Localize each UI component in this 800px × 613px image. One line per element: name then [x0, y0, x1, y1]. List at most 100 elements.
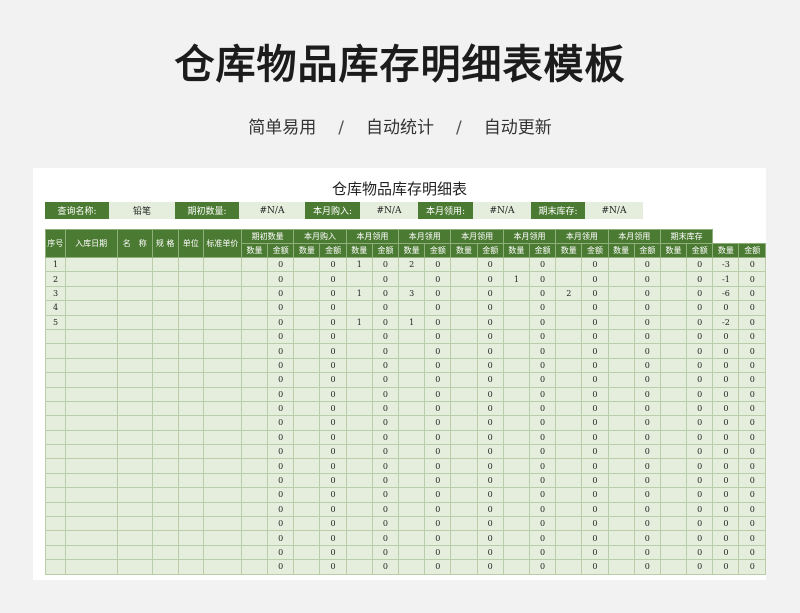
table-cell[interactable]: 0 [528, 328, 557, 345]
table-cell[interactable] [293, 343, 321, 359]
table-cell[interactable]: 0 [738, 343, 766, 359]
table-cell[interactable]: 0 [712, 458, 740, 474]
table-cell[interactable]: 1 [45, 256, 66, 273]
table-cell[interactable] [450, 530, 478, 546]
table-cell[interactable]: 0 [424, 386, 452, 402]
table-cell[interactable] [240, 372, 269, 388]
table-cell[interactable]: 0 [476, 357, 504, 374]
table-cell[interactable]: 1 [345, 314, 373, 330]
table-cell[interactable] [116, 458, 153, 474]
table-cell[interactable]: 0 [424, 444, 452, 460]
table-cell[interactable]: 1 [502, 271, 530, 287]
table-cell[interactable] [659, 357, 688, 374]
table-cell[interactable]: 0 [267, 444, 295, 460]
table-cell[interactable] [293, 300, 321, 316]
table-cell[interactable]: 0 [712, 415, 740, 431]
table-cell[interactable] [398, 372, 426, 388]
table-cell[interactable] [151, 343, 179, 359]
table-cell[interactable] [555, 429, 583, 446]
table-cell[interactable]: 0 [581, 256, 609, 273]
table-cell[interactable]: 0 [319, 256, 347, 273]
table-cell[interactable]: 0 [528, 530, 557, 546]
table-cell[interactable] [607, 328, 635, 345]
table-cell[interactable] [607, 516, 635, 532]
table-cell[interactable] [45, 429, 66, 446]
table-cell[interactable] [177, 357, 204, 374]
table-cell[interactable]: 0 [686, 487, 714, 503]
table-cell[interactable] [398, 357, 426, 374]
table-cell[interactable] [659, 415, 688, 431]
table-cell[interactable] [293, 458, 321, 474]
table-cell[interactable]: 0 [712, 429, 740, 446]
table-cell[interactable] [151, 501, 179, 518]
table-cell[interactable] [116, 516, 153, 532]
table-cell[interactable]: 0 [476, 559, 504, 575]
table-cell[interactable]: 0 [476, 285, 504, 302]
table-cell[interactable]: 0 [712, 487, 740, 503]
table-cell[interactable] [116, 400, 153, 417]
table-cell[interactable] [202, 530, 242, 546]
table-cell[interactable]: 0 [581, 501, 609, 518]
table-cell[interactable] [502, 386, 530, 402]
table-cell[interactable] [151, 400, 179, 417]
table-cell[interactable] [177, 544, 204, 561]
table-cell[interactable]: 0 [319, 415, 347, 431]
table-cell[interactable] [502, 444, 530, 460]
table-cell[interactable] [64, 285, 118, 302]
table-cell[interactable]: 0 [371, 271, 400, 287]
table-cell[interactable] [345, 343, 373, 359]
table-cell[interactable] [64, 300, 118, 316]
table-cell[interactable]: 0 [528, 487, 557, 503]
table-cell[interactable] [659, 314, 688, 330]
table-cell[interactable]: 0 [686, 400, 714, 417]
table-cell[interactable] [151, 544, 179, 561]
table-cell[interactable]: 0 [528, 343, 557, 359]
table-cell[interactable] [151, 285, 179, 302]
table-cell[interactable]: 0 [267, 400, 295, 417]
table-cell[interactable]: 0 [267, 386, 295, 402]
table-cell[interactable] [45, 444, 66, 460]
table-cell[interactable] [202, 328, 242, 345]
table-cell[interactable] [345, 415, 373, 431]
table-cell[interactable]: 0 [267, 429, 295, 446]
table-cell[interactable]: 0 [686, 429, 714, 446]
table-cell[interactable] [345, 271, 373, 287]
table-cell[interactable]: 0 [712, 343, 740, 359]
table-cell[interactable]: 0 [633, 458, 661, 474]
table-cell[interactable]: 0 [476, 544, 504, 561]
table-cell[interactable] [555, 343, 583, 359]
table-cell[interactable]: -1 [712, 271, 740, 287]
table-cell[interactable]: 0 [476, 271, 504, 287]
table-cell[interactable]: 0 [738, 472, 766, 489]
table-cell[interactable] [64, 328, 118, 345]
table-cell[interactable]: 0 [424, 343, 452, 359]
table-cell[interactable] [450, 256, 478, 273]
table-cell[interactable] [202, 516, 242, 532]
table-cell[interactable]: 0 [686, 256, 714, 273]
table-cell[interactable] [607, 487, 635, 503]
table-cell[interactable] [293, 530, 321, 546]
table-cell[interactable]: 0 [528, 559, 557, 575]
table-cell[interactable]: 0 [581, 544, 609, 561]
table-cell[interactable]: 0 [738, 285, 766, 302]
table-cell[interactable] [607, 458, 635, 474]
table-cell[interactable] [555, 271, 583, 287]
table-cell[interactable]: 0 [267, 271, 295, 287]
table-cell[interactable]: 0 [319, 400, 347, 417]
table-cell[interactable] [64, 372, 118, 388]
table-cell[interactable] [240, 429, 269, 446]
table-cell[interactable]: 0 [633, 444, 661, 460]
table-cell[interactable] [202, 415, 242, 431]
table-cell[interactable] [398, 559, 426, 575]
table-cell[interactable] [607, 256, 635, 273]
table-cell[interactable]: 0 [267, 415, 295, 431]
table-cell[interactable]: 0 [528, 444, 557, 460]
table-cell[interactable] [116, 285, 153, 302]
table-cell[interactable] [607, 300, 635, 316]
table-cell[interactable] [151, 559, 179, 575]
table-cell[interactable]: 0 [738, 400, 766, 417]
table-cell[interactable]: 0 [424, 415, 452, 431]
table-cell[interactable] [398, 444, 426, 460]
table-cell[interactable] [502, 256, 530, 273]
table-cell[interactable]: 0 [319, 444, 347, 460]
